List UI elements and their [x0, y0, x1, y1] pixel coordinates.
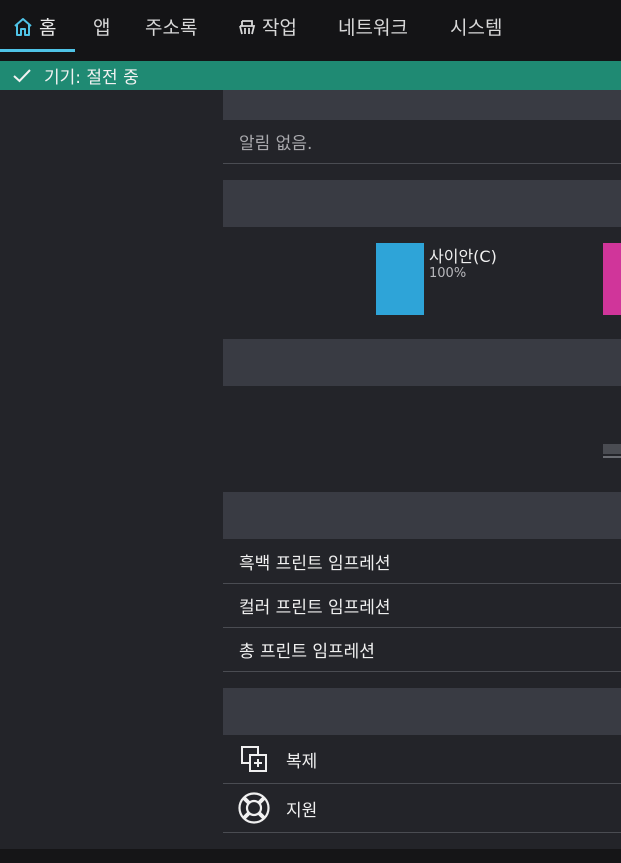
check-icon — [12, 68, 32, 84]
tab-home-label: 홈 — [39, 17, 57, 39]
active-tab-indicator — [0, 49, 75, 52]
counter-color-label: 컬러 프린트 임프레션 — [239, 598, 391, 618]
trays-header — [223, 339, 621, 386]
counter-bw-label: 흑백 프린트 임프레션 — [239, 553, 391, 574]
tab-apps[interactable]: 앱 — [93, 0, 110, 53]
clone-link[interactable]: 복제 — [223, 735, 621, 784]
alerts-empty-row: 알림 없음. — [223, 120, 621, 164]
top-nav: 홈 앱 주소록 작업 네트워크 시스템 — [0, 0, 621, 61]
bottom-bar — [0, 849, 621, 863]
tab-network[interactable]: 네트워크 — [338, 0, 408, 53]
copy-add-icon — [237, 744, 271, 774]
cyan-toner-label: 사이안(C) — [429, 247, 497, 266]
counters-header — [223, 492, 621, 539]
counter-total-label: 총 프린트 임프레션 — [239, 642, 375, 662]
tab-address-book-label: 주소록 — [145, 17, 198, 39]
tab-apps-label: 앱 — [93, 17, 111, 39]
alerts-header — [223, 90, 621, 120]
support-link-label: 지원 — [286, 800, 318, 821]
counter-row: 흑백 프린트 임프레션 — [223, 539, 621, 584]
tab-network-label: 네트워크 — [338, 17, 408, 39]
tray-level-line — [603, 456, 621, 458]
tab-jobs-label: 작업 — [262, 17, 297, 39]
counter-row: 총 프린트 임프레션 — [223, 628, 621, 672]
links-header — [223, 688, 621, 735]
tab-system[interactable]: 시스템 — [450, 0, 502, 53]
counter-row: 컬러 프린트 임프레션 — [223, 584, 621, 628]
supplies-header — [223, 180, 621, 227]
device-status-bar: 기기: 절전 중 — [0, 61, 621, 90]
support-link[interactable]: 지원 — [223, 784, 621, 833]
clone-link-label: 복제 — [286, 751, 318, 772]
magenta-toner-swatch — [603, 243, 621, 315]
tab-home[interactable]: 홈 — [12, 0, 56, 53]
home-icon — [12, 16, 34, 38]
cyan-toner-swatch — [376, 243, 424, 315]
tab-jobs[interactable]: 작업 — [237, 0, 297, 53]
device-status-text: 기기: 절전 중 — [44, 68, 139, 88]
lifebuoy-icon — [237, 791, 271, 825]
tab-address-book[interactable]: 주소록 — [145, 0, 197, 53]
alerts-empty-text: 알림 없음. — [239, 134, 313, 154]
cyan-toner-level: 100% — [429, 266, 467, 281]
job-icon — [237, 17, 257, 37]
tray-level-bar — [603, 444, 621, 454]
tab-system-label: 시스템 — [450, 17, 503, 39]
